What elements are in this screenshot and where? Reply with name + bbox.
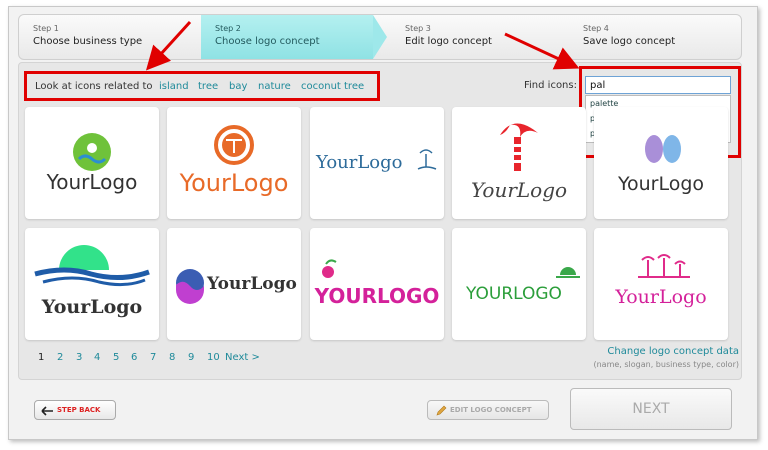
sun-wave-icon: YourLogo bbox=[46, 133, 138, 194]
sun-sea-icon: YourLogo bbox=[34, 245, 150, 318]
palm-tree-icon: YourLogo bbox=[471, 123, 567, 202]
change-concept-data-hint: (name, slogan, business type, color) bbox=[593, 360, 739, 369]
page-6[interactable]: 6 bbox=[131, 352, 137, 363]
next-button[interactable]: NEXT bbox=[570, 388, 732, 430]
related-icons-bar: Look at icons related to island tree bay… bbox=[24, 71, 380, 101]
sunset-palm-icon: YOURLOGO bbox=[465, 267, 580, 304]
page-2[interactable]: 2 bbox=[57, 352, 63, 363]
step-number: Step 4 bbox=[583, 24, 609, 33]
page-1[interactable]: 1 bbox=[38, 352, 44, 363]
step-title: Save logo concept bbox=[583, 36, 676, 47]
wave-circle-icon: YourLogo bbox=[176, 269, 297, 304]
pencil-icon bbox=[436, 405, 447, 416]
step-title: Choose logo concept bbox=[215, 36, 320, 47]
step-number: Step 1 bbox=[33, 24, 59, 33]
logo-tile-4[interactable]: YourLogo bbox=[452, 107, 586, 219]
next-page-link[interactable]: Next > bbox=[225, 352, 260, 363]
step-back-button[interactable]: STEP BACK bbox=[34, 400, 116, 420]
palm-trees-icon: YourLogo bbox=[614, 254, 707, 308]
step-2[interactable]: Step 2 Choose logo concept bbox=[201, 15, 373, 59]
logo-text: YOURLOGO bbox=[314, 284, 440, 308]
logo-text: YourLogo bbox=[617, 173, 704, 195]
tag-island[interactable]: island bbox=[159, 81, 189, 92]
logo-tile-10[interactable]: YourLogo bbox=[594, 228, 728, 340]
tag-bay[interactable]: bay bbox=[229, 81, 247, 92]
wizard-steps: Step 1 Choose business type Step 2 Choos… bbox=[18, 14, 742, 60]
tag-nature[interactable]: nature bbox=[258, 81, 291, 92]
edit-logo-concept-button[interactable]: EDIT LOGO CONCEPT bbox=[427, 400, 549, 420]
related-label: Look at icons related to bbox=[35, 81, 153, 92]
logo-text: YourLogo bbox=[179, 169, 289, 197]
logo-text: YourLogo bbox=[41, 296, 142, 318]
logo-text: YourLogo bbox=[206, 274, 297, 294]
logo-text: YOURLOGO bbox=[465, 284, 562, 304]
logo-tile-9[interactable]: YOURLOGO bbox=[452, 228, 586, 340]
tag-coconut-tree[interactable]: coconut tree bbox=[301, 81, 364, 92]
logo-tile-6[interactable]: YourLogo bbox=[25, 228, 159, 340]
page-10[interactable]: 10 bbox=[207, 352, 220, 363]
coconut-icon: YOURLOGO bbox=[314, 259, 440, 308]
page-8[interactable]: 8 bbox=[169, 352, 175, 363]
logo-text: YourLogo bbox=[471, 178, 567, 202]
change-concept-data-link[interactable]: Change logo concept data bbox=[607, 346, 739, 357]
step-title: Edit logo concept bbox=[405, 36, 492, 47]
page-4[interactable]: 4 bbox=[94, 352, 100, 363]
logo-tile-2[interactable]: YourLogo bbox=[167, 107, 301, 219]
step-number: Step 2 bbox=[215, 24, 241, 33]
step-back-label: STEP BACK bbox=[57, 406, 101, 414]
step-3[interactable]: Step 3 Edit logo concept bbox=[391, 15, 561, 59]
logo-tile-1[interactable]: YourLogo bbox=[25, 107, 159, 219]
palm-island-icon: YourLogo bbox=[315, 149, 437, 173]
page-7[interactable]: 7 bbox=[150, 352, 156, 363]
step-number: Step 3 bbox=[405, 24, 431, 33]
step-1[interactable]: Step 1 Choose business type bbox=[19, 15, 199, 59]
step-title: Choose business type bbox=[33, 36, 143, 47]
page-5[interactable]: 5 bbox=[113, 352, 119, 363]
find-icons-label: Find icons: bbox=[524, 80, 577, 91]
find-icons-input[interactable] bbox=[585, 76, 731, 94]
step-arrow bbox=[373, 15, 387, 59]
logo-tile-5[interactable]: YourLogo bbox=[594, 107, 728, 219]
next-label: NEXT bbox=[632, 401, 670, 417]
logo-text: YourLogo bbox=[614, 286, 706, 308]
tag-tree[interactable]: tree bbox=[198, 81, 218, 92]
step-4[interactable]: Step 4 Save logo concept bbox=[569, 15, 741, 59]
logo-text: YourLogo bbox=[315, 152, 403, 173]
page-9[interactable]: 9 bbox=[188, 352, 194, 363]
logo-text: YourLogo bbox=[46, 170, 138, 194]
logo-tile-8[interactable]: YOURLOGO bbox=[310, 228, 444, 340]
edit-logo-concept-label: EDIT LOGO CONCEPT bbox=[450, 406, 532, 414]
island-sun-icon: YourLogo bbox=[179, 125, 289, 197]
arrow-left-icon bbox=[41, 406, 53, 416]
logo-tile-7[interactable]: YourLogo bbox=[167, 228, 301, 340]
logo-tile-3[interactable]: YourLogo bbox=[310, 107, 444, 219]
flipflops-icon: YourLogo bbox=[617, 135, 704, 195]
page-3[interactable]: 3 bbox=[76, 352, 82, 363]
